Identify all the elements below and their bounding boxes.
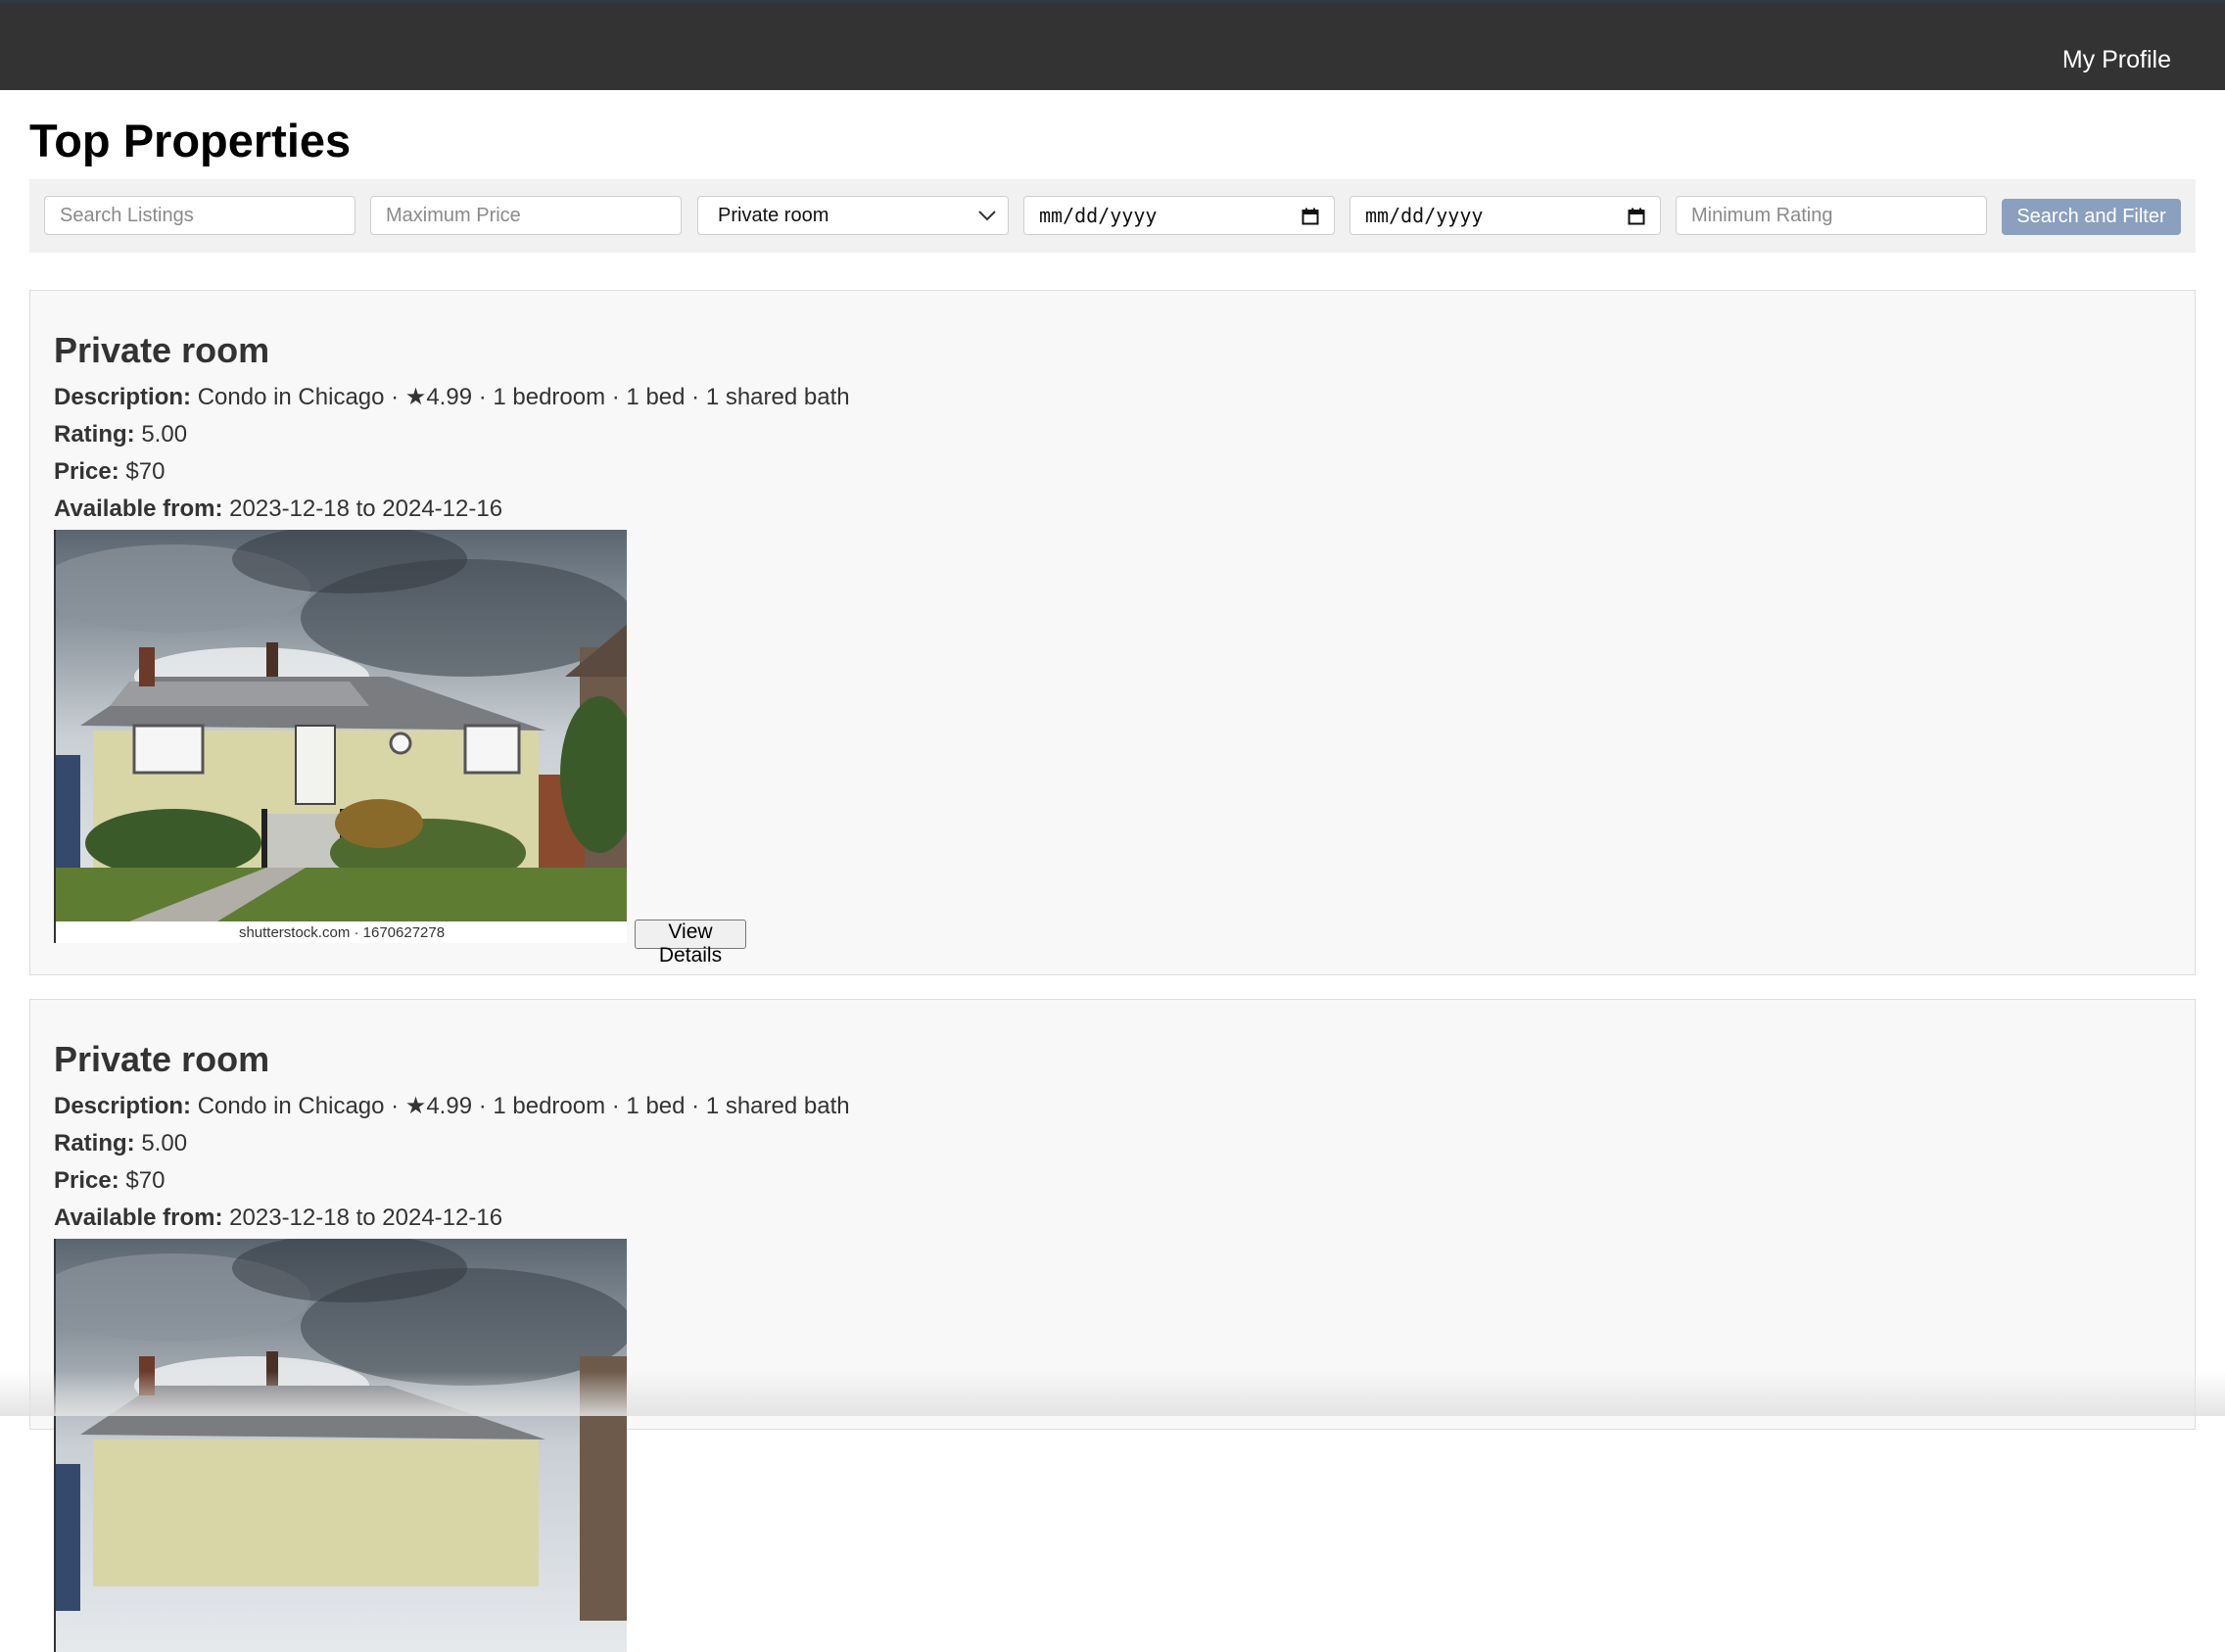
listing-rating: Rating: 5.00 (54, 421, 187, 448)
listing-description: Description: Condo in Chicago · ★4.99 · … (54, 383, 850, 411)
listing-rating: Rating: 5.00 (54, 1130, 187, 1157)
start-date-value: mm/dd/yyyy (1039, 204, 1158, 227)
min-rating-input[interactable] (1676, 196, 1987, 235)
rating-value: 5.00 (141, 421, 188, 448)
listing-description: Description: Condo in Chicago · ★4.99 · … (54, 1092, 850, 1120)
listing-photo (54, 1239, 627, 1652)
chevron-down-icon (978, 211, 996, 221)
search-listings-input[interactable] (44, 196, 355, 235)
description-value: Condo in Chicago · ★4.99 · 1 bedroom · 1… (197, 384, 850, 410)
price-label: Price: (54, 1167, 119, 1194)
end-date-input[interactable]: mm/dd/yyyy (1349, 196, 1661, 235)
listing-price: Price: $70 (54, 1167, 165, 1195)
rating-label: Rating: (54, 421, 135, 448)
page-title: Top Properties (29, 115, 352, 166)
listing-card: Private room Description: Condo in Chica… (29, 290, 2196, 975)
price-value: $70 (125, 458, 166, 485)
description-label: Description: (54, 384, 192, 410)
search-and-filter-button[interactable]: Search and Filter (2002, 199, 2181, 235)
view-details-button[interactable]: View Details (635, 920, 746, 967)
listing-availability: Available from: 2023-12-18 to 2024-12-16 (54, 496, 502, 523)
available-value: 2023-12-18 to 2024-12-16 (229, 496, 503, 522)
available-label: Available from: (54, 496, 223, 522)
start-date-input[interactable]: mm/dd/yyyy (1023, 196, 1335, 235)
listing-title: Private room (54, 330, 270, 370)
calendar-icon[interactable] (1302, 208, 1319, 225)
house-image (56, 1239, 627, 1652)
my-profile-link[interactable]: My Profile (2062, 46, 2171, 74)
room-type-selected-value: Private room (718, 204, 829, 226)
max-price-input[interactable] (370, 196, 682, 235)
available-value: 2023-12-18 to 2024-12-16 (229, 1204, 503, 1231)
price-label: Price: (54, 458, 119, 485)
top-nav-bar: My Profile (0, 0, 2225, 90)
rating-value: 5.00 (141, 1130, 188, 1156)
listing-photo: shutterstock.com · 1670627278 (54, 530, 627, 943)
room-type-select[interactable]: Private room (697, 196, 1009, 235)
available-label: Available from: (54, 1204, 223, 1231)
listing-card: Private room Description: Condo in Chica… (29, 999, 2196, 1652)
description-value: Condo in Chicago · ★4.99 · 1 bedroom · 1… (197, 1093, 850, 1119)
listing-availability: Available from: 2023-12-18 to 2024-12-16 (54, 1204, 502, 1232)
window-bottom-edge (0, 1371, 2225, 1416)
end-date-value: mm/dd/yyyy (1365, 204, 1484, 227)
listing-title: Private room (54, 1039, 270, 1079)
price-value: $70 (125, 1167, 166, 1194)
rating-label: Rating: (54, 1130, 135, 1156)
image-watermark: shutterstock.com · 1670627278 (239, 924, 445, 941)
house-image: shutterstock.com · 1670627278 (56, 530, 627, 943)
calendar-icon[interactable] (1628, 208, 1645, 225)
listing-price: Price: $70 (54, 458, 165, 486)
filter-bar: Private room mm/dd/yyyy mm/dd/yyyy Searc… (29, 179, 2196, 253)
description-label: Description: (54, 1093, 192, 1119)
